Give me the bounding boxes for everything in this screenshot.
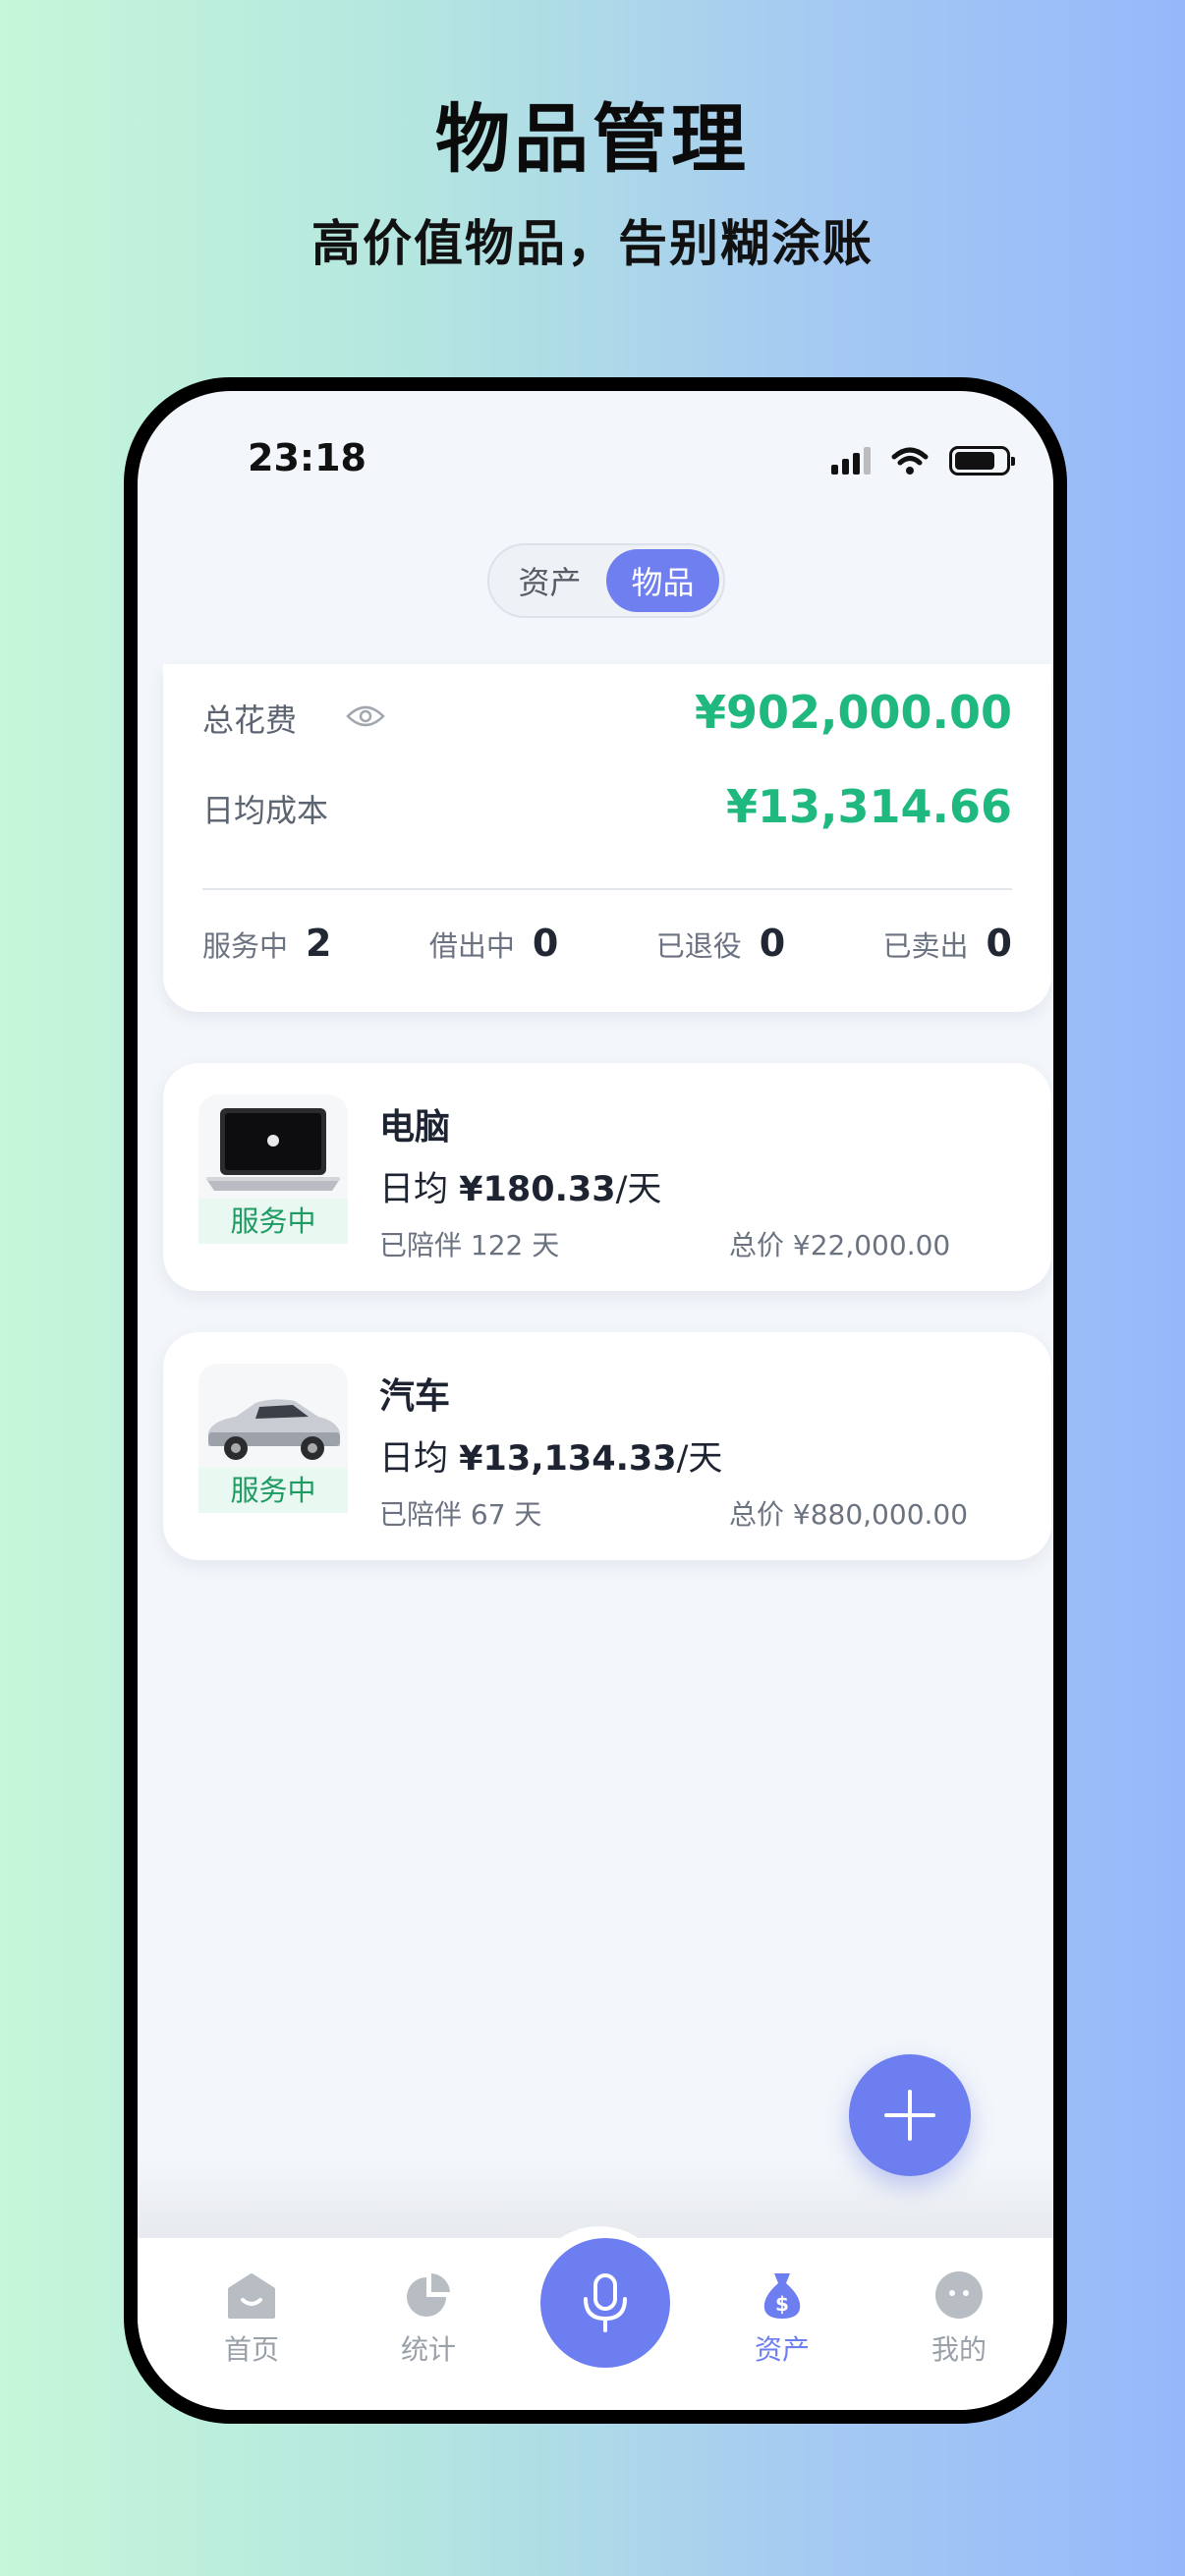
daily-cost-label: 日均成本 — [202, 792, 329, 829]
tab-stats[interactable]: 统计 — [369, 2268, 487, 2368]
item-total-price: 总价 ¥22,000.00 — [729, 1229, 951, 1261]
stat-retired[interactable]: 已退役 0 — [656, 922, 785, 965]
svg-text:$: $ — [775, 2292, 789, 2316]
daily-suffix: /天 — [615, 1170, 662, 1209]
tab-label: 首页 — [223, 2333, 279, 2366]
stat-value: 0 — [986, 922, 1012, 965]
stat-sold[interactable]: 已卖出 0 — [883, 922, 1012, 965]
item-days-owned: 已陪伴 67 天 — [379, 1498, 542, 1531]
segmented-control: 资产 物品 — [487, 543, 725, 618]
item-daily-cost: 日均 ¥13,134.33/天 — [379, 1430, 722, 1481]
home-icon — [228, 2273, 275, 2319]
stat-label: 借出中 — [428, 929, 515, 963]
app-screen: 23:18 资产 物品 总花费 ¥902,000.00 日均成本 ¥13,314… — [138, 391, 1053, 2410]
stat-value: 0 — [532, 922, 559, 965]
add-item-button[interactable] — [849, 2054, 971, 2176]
pie-chart-icon — [407, 2273, 450, 2317]
signal-icon — [831, 447, 871, 475]
total-spend-label: 总花费 — [202, 701, 298, 739]
stat-lent-out[interactable]: 借出中 0 — [429, 922, 558, 965]
tab-label: 统计 — [400, 2333, 456, 2366]
segment-tab-assets[interactable]: 资产 — [493, 549, 606, 612]
daily-value: ¥13,134.33 — [459, 1439, 677, 1479]
voice-input-button[interactable] — [540, 2238, 670, 2368]
stat-value: 2 — [306, 922, 332, 965]
microphone-icon — [584, 2273, 627, 2332]
item-name: 汽车 — [379, 1376, 451, 1417]
item-card-car[interactable]: 服务中 汽车 日均 ¥13,134.33/天 已陪伴 67 天 总价 ¥880,… — [163, 1332, 1051, 1560]
daily-suffix: /天 — [676, 1439, 723, 1479]
eye-icon[interactable] — [346, 703, 385, 729]
promo-title: 物品管理 — [435, 95, 750, 183]
segment-tab-items[interactable]: 物品 — [606, 549, 719, 612]
item-days-owned: 已陪伴 122 天 — [379, 1229, 560, 1261]
stat-label: 已卖出 — [882, 929, 969, 963]
item-total-price: 总价 ¥880,000.00 — [729, 1498, 969, 1531]
daily-cost-value: ¥13,314.66 — [725, 780, 1012, 833]
item-name: 电脑 — [379, 1107, 451, 1148]
daily-value: ¥180.33 — [459, 1170, 616, 1209]
tab-home[interactable]: 首页 — [193, 2268, 310, 2368]
status-badge: 服务中 — [198, 1199, 348, 1244]
daily-prefix: 日均 — [379, 1170, 449, 1209]
item-daily-cost: 日均 ¥180.33/天 — [379, 1161, 661, 1211]
summary-divider — [202, 888, 1012, 890]
profile-icon — [935, 2271, 983, 2319]
status-time: 23:18 — [248, 436, 367, 479]
stat-value: 0 — [759, 922, 786, 965]
battery-icon — [949, 446, 1015, 476]
tab-assets[interactable]: $ 资产 — [723, 2268, 841, 2368]
promo-subtitle: 高价值物品，告别糊涂账 — [311, 215, 874, 272]
money-bag-icon: $ — [763, 2273, 801, 2319]
item-card-computer[interactable]: 服务中 电脑 日均 ¥180.33/天 已陪伴 122 天 总价 ¥22,000… — [163, 1063, 1051, 1291]
stat-in-service[interactable]: 服务中 2 — [202, 922, 331, 965]
total-spend-value: ¥902,000.00 — [694, 686, 1012, 739]
stat-label: 已退役 — [655, 929, 742, 963]
daily-prefix: 日均 — [379, 1439, 449, 1479]
stat-label: 服务中 — [202, 929, 289, 963]
tab-label: 资产 — [754, 2333, 810, 2366]
status-stats: 服务中 2 借出中 0 已退役 0 已卖出 0 — [202, 922, 1012, 965]
phone-frame: 23:18 资产 物品 总花费 ¥902,000.00 日均成本 ¥13,314… — [124, 377, 1067, 2424]
tab-profile[interactable]: 我的 — [900, 2268, 1018, 2368]
tab-label: 我的 — [931, 2333, 987, 2366]
summary-card: 总花费 ¥902,000.00 日均成本 ¥13,314.66 服务中 2 借出… — [163, 664, 1051, 1012]
wifi-icon — [891, 447, 929, 475]
status-icons — [831, 446, 1015, 476]
status-badge: 服务中 — [198, 1468, 348, 1513]
